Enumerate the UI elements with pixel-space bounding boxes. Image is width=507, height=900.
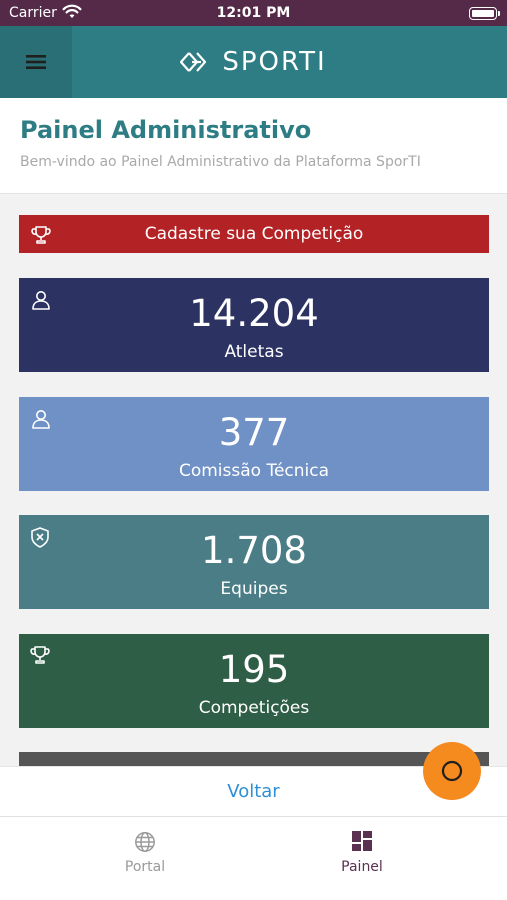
tab-portal-label: Portal <box>124 859 166 875</box>
card-comissao-tecnica[interactable]: 377 Comissão Técnica <box>19 397 489 491</box>
card-competicoes[interactable]: 195 Competições <box>19 634 489 728</box>
register-competition-label: Cadastre sua Competição <box>144 224 364 244</box>
card-label: Equipes <box>220 579 288 599</box>
app-header: SPORTI <box>0 26 507 98</box>
card-value: 14.204 <box>189 292 319 335</box>
card-value: 1.708 <box>201 529 307 572</box>
page-title: Painel Administrativo <box>20 116 312 144</box>
tab-painel-label: Painel <box>341 859 383 875</box>
brand: SPORTI <box>0 26 507 98</box>
page-subtitle: Bem-vindo ao Painel Administrativo da Pl… <box>20 154 421 170</box>
page-header: Painel Administrativo Bem-vindo ao Paine… <box>0 98 507 194</box>
hamburger-icon <box>26 55 46 69</box>
floating-action-button[interactable] <box>423 742 481 800</box>
menu-button[interactable] <box>0 26 72 98</box>
brand-name: SPORTI <box>222 47 327 77</box>
register-competition-button[interactable]: Cadastre sua Competição <box>19 215 489 253</box>
sporti-logo-icon <box>180 52 207 72</box>
tab-bar: Portal Painel <box>0 816 507 900</box>
card-label: Atletas <box>224 342 284 362</box>
globe-icon <box>75 831 215 853</box>
help-icon <box>441 760 463 782</box>
dashboard-icon <box>292 831 432 851</box>
card-equipes[interactable]: 1.708 Equipes <box>19 515 489 609</box>
card-label: Competições <box>198 698 310 718</box>
tab-painel[interactable]: Painel <box>292 817 432 900</box>
card-label: Comissão Técnica <box>178 461 330 481</box>
clock: 12:01 PM <box>216 5 291 21</box>
card-value: 195 <box>218 648 290 691</box>
tab-portal[interactable]: Portal <box>75 817 215 900</box>
card-value: 377 <box>218 411 290 454</box>
status-bar: Carrier 12:01 PM <box>0 0 507 26</box>
battery-icon <box>469 7 500 20</box>
card-atletas[interactable]: 14.204 Atletas <box>19 278 489 372</box>
